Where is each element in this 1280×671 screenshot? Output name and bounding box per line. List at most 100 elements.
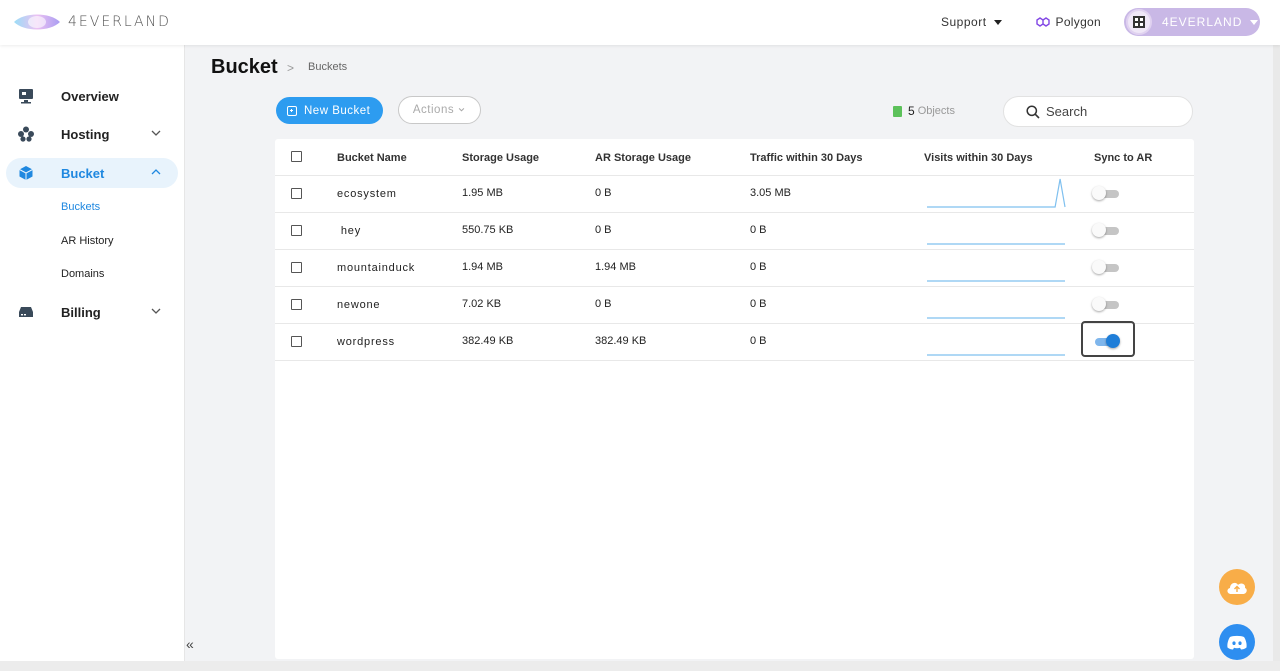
upload-fab-button[interactable] (1219, 569, 1255, 605)
bucket-name-link[interactable]: mountainduck (337, 262, 415, 274)
column-header: Bucket Name (337, 152, 407, 164)
bucket-name-link[interactable]: ecosystem (337, 188, 397, 200)
hosting-icon (18, 126, 34, 142)
monitor-icon (19, 89, 33, 104)
sidebar-item-billing[interactable]: Billing (6, 297, 178, 327)
plus-icon (287, 105, 297, 116)
traffic-30-days: 0 B (750, 298, 767, 310)
sidebar-item-bucket[interactable]: Bucket (6, 158, 178, 188)
ar-storage-usage: 0 B (595, 224, 612, 236)
traffic-30-days: 0 B (750, 335, 767, 347)
bucket-name-link[interactable]: hey (337, 225, 361, 237)
sync-ar-toggle[interactable] (1092, 260, 1120, 274)
toggle-knob (1092, 260, 1106, 274)
traffic-30-days: 3.05 MB (750, 187, 791, 199)
column-header: Sync to AR (1094, 152, 1153, 164)
caret-down-icon (993, 19, 1002, 25)
file-icon (893, 105, 902, 117)
table-row: ecosystem 1.95 MB 0 B 3.05 MB (275, 176, 1194, 213)
sidebar-item-label: Bucket (61, 165, 105, 181)
new-bucket-button[interactable]: New Bucket (276, 97, 383, 124)
chevron-down-icon (151, 308, 161, 314)
cloud-upload-icon (1227, 582, 1247, 594)
divider (275, 360, 1194, 361)
storage-usage: 1.94 MB (462, 261, 503, 273)
discord-fab-button[interactable] (1219, 624, 1255, 660)
visits-sparkline (927, 280, 1065, 282)
storage-usage: 382.49 KB (462, 335, 514, 347)
support-label: Support (941, 15, 987, 29)
sync-ar-toggle[interactable] (1092, 223, 1120, 237)
ar-storage-usage: 0 B (595, 298, 612, 310)
bucket-name-link[interactable]: wordpress (337, 336, 395, 348)
brand-logo[interactable]: 4EVERLAND (12, 10, 171, 34)
brand-name: 4EVERLAND (68, 14, 171, 30)
sync-ar-toggle[interactable] (1092, 297, 1120, 311)
traffic-30-days: 0 B (750, 224, 767, 236)
sidebar-item-hosting[interactable]: Hosting (6, 119, 178, 149)
toggle-knob (1092, 297, 1106, 311)
row-checkbox[interactable] (291, 225, 302, 236)
cube-icon (19, 166, 33, 180)
user-name: 4EVERLAND (1162, 15, 1243, 29)
search-icon (1026, 104, 1040, 119)
sync-ar-toggle[interactable] (1092, 334, 1120, 348)
row-checkbox[interactable] (291, 336, 302, 347)
table-row: newone 7.02 KB 0 B 0 B (275, 287, 1194, 324)
network-selector[interactable]: Polygon (1035, 15, 1101, 29)
storage-usage: 7.02 KB (462, 298, 502, 310)
visits-sparkline (927, 354, 1065, 356)
sidebar-subitem-buckets[interactable]: Buckets (61, 201, 100, 213)
visits-sparkline (927, 243, 1065, 245)
discord-icon (1227, 635, 1247, 649)
sidebar-subitem-domains[interactable]: Domains (61, 268, 104, 280)
new-bucket-label: New Bucket (304, 104, 371, 117)
avatar-grid-icon (1133, 16, 1145, 28)
visits-sparkline (927, 317, 1065, 319)
objects-count: 5 Objects (893, 104, 955, 118)
support-menu[interactable]: Support (941, 15, 1002, 29)
caret-down-icon (1250, 19, 1259, 25)
brand-logo-icon (14, 14, 60, 30)
traffic-30-days: 0 B (750, 261, 767, 273)
row-checkbox[interactable] (291, 188, 302, 199)
bucket-name-link[interactable]: newone (337, 299, 380, 311)
column-header: Storage Usage (462, 152, 540, 164)
table-row: mountainduck 1.94 MB 1.94 MB 0 B (275, 250, 1194, 287)
sync-ar-toggle[interactable] (1092, 186, 1120, 200)
polygon-icon (1035, 17, 1050, 27)
breadcrumb-separator: > (287, 61, 295, 75)
column-header: Traffic within 30 Days (750, 152, 863, 164)
page-title: Bucket (211, 56, 278, 78)
sidebar-item-overview[interactable]: Overview (6, 81, 178, 111)
toggle-knob (1092, 223, 1106, 237)
billing-icon (19, 307, 33, 317)
top-bar: 4EVERLAND Support Polygon 4EVERLAND (0, 0, 1280, 45)
search-box[interactable] (1003, 96, 1193, 127)
search-input[interactable] (1046, 104, 1166, 119)
scrollbar[interactable] (1273, 45, 1280, 671)
ar-storage-usage: 382.49 KB (595, 335, 647, 347)
row-checkbox[interactable] (291, 262, 302, 273)
collapse-sidebar-button[interactable]: « (186, 636, 194, 652)
actions-dropdown[interactable]: Actions (398, 96, 481, 124)
row-checkbox[interactable] (291, 299, 302, 310)
avatar (1126, 9, 1152, 35)
storage-usage: 550.75 KB (462, 224, 514, 236)
sidebar-item-label: Overview (61, 88, 119, 104)
bottom-bar (0, 661, 1280, 671)
network-label: Polygon (1055, 15, 1101, 29)
visits-sparkline-path (927, 178, 1066, 208)
objects-label: Objects (917, 105, 955, 117)
table-row: wordpress 382.49 KB 382.49 KB 0 B (275, 321, 1194, 361)
actions-label: Actions (412, 104, 455, 116)
select-all-checkbox[interactable] (291, 151, 302, 162)
breadcrumb[interactable]: Buckets (308, 61, 347, 73)
table-row: hey 550.75 KB 0 B 0 B (275, 213, 1194, 250)
storage-usage: 1.95 MB (462, 187, 503, 199)
sidebar-subitem-ar-history[interactable]: AR History (61, 235, 114, 247)
column-header: AR Storage Usage (595, 152, 691, 164)
sidebar-item-label: Billing (61, 304, 101, 320)
user-menu[interactable]: 4EVERLAND (1124, 8, 1260, 36)
sidebar: Overview Hosting Bucket Buckets AR Histo… (0, 45, 185, 671)
